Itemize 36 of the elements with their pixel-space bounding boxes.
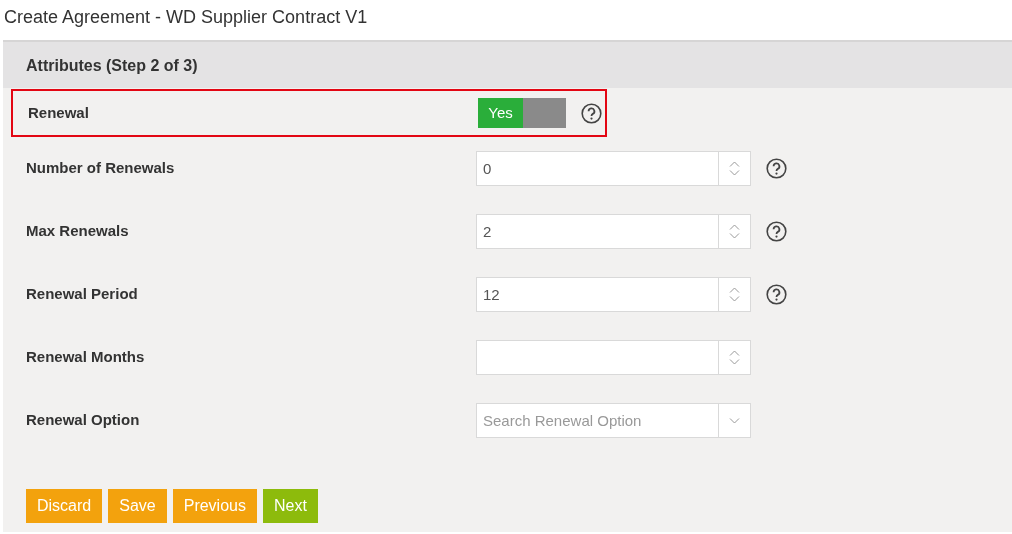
spin-down-icon[interactable] [729,233,740,239]
field-label: Renewal Period [26,284,139,305]
help-icon[interactable] [766,284,787,305]
number-field[interactable] [476,340,718,375]
number-field[interactable]: 12 [476,277,718,312]
field-label: Number of Renewals [26,158,176,179]
action-button[interactable]: Discard [26,489,103,523]
field-label: Max Renewals [26,221,130,242]
help-icon[interactable] [766,221,787,242]
panel-title: Attributes (Step 2 of 3) [26,57,198,74]
action-button[interactable]: Previous [172,489,257,523]
spin-up-icon[interactable] [729,224,740,230]
number-field[interactable]: 2 [476,214,718,249]
action-button[interactable]: Next [262,489,318,523]
spin-down-icon[interactable] [729,296,740,302]
field-label: Renewal [28,102,90,123]
action-button[interactable]: Save [108,489,167,523]
spinner-buttons[interactable] [718,277,751,312]
spin-down-icon[interactable] [729,170,740,176]
spin-up-icon[interactable] [729,287,740,293]
dropdown-button[interactable] [718,403,751,438]
help-icon[interactable] [766,158,787,179]
caret-icon[interactable] [729,417,740,424]
number-field[interactable]: 0 [476,151,718,186]
search-field[interactable]: Search Renewal Option [476,403,718,438]
spinner-buttons[interactable] [718,340,751,375]
spinner-buttons[interactable] [718,151,751,186]
help-icon[interactable] [581,102,602,124]
field-label: Renewal Option [26,410,141,431]
spinner-buttons[interactable] [718,214,751,249]
field-label: Renewal Months [26,347,146,368]
toggle-switch[interactable]: Yes [478,98,566,128]
spin-up-icon[interactable] [729,161,740,167]
spin-up-icon[interactable] [729,350,740,356]
spin-down-icon[interactable] [729,359,740,365]
page-title: Create Agreement - WD Supplier Contract V1 [3,6,369,29]
